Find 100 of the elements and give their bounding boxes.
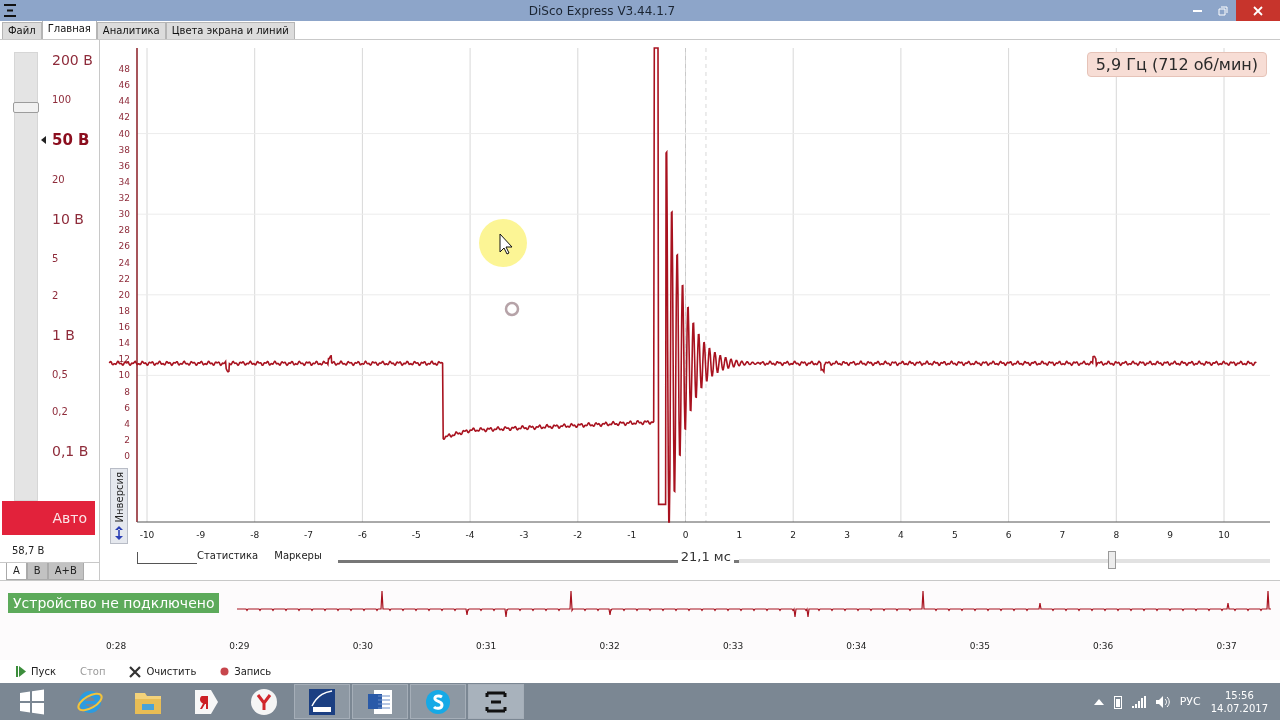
channel-tab[interactable]: A+B [47,563,84,580]
axis-tick-label: 26 [118,241,130,252]
speaker-icon[interactable] [1155,695,1170,708]
axis-tick-label: 36 [118,160,130,171]
time-label: 0:36 [1093,641,1114,651]
time-label: 0:28 [105,641,127,651]
time-label: 0:31 [476,641,497,651]
range-label[interactable]: 100 [52,94,72,107]
signal-icon[interactable] [1131,695,1146,708]
range-label[interactable]: 10 В [52,211,84,229]
axis-tick-label: 2 [124,434,130,445]
windows-logo-icon [19,688,45,715]
tag-icon [193,687,219,716]
axis-tick-label: 22 [118,273,130,284]
axis-tick-label: -2 [573,530,583,540]
caret-up-icon[interactable] [1093,698,1104,705]
app-logo-icon [484,689,508,714]
axis-tick-label: 14 [118,338,130,349]
axis-tick-label: 18 [118,305,130,316]
axis-tick-label: 8 [1113,530,1120,540]
range-label[interactable]: 200 В [52,52,93,70]
axis-tick-label: 4 [124,418,130,429]
range-label[interactable]: 2 [52,290,59,303]
panel-tab[interactable]: Статистика [197,548,259,561]
axis-tick-label: -5 [411,530,421,540]
inversion-button[interactable]: Инверсия [110,468,128,544]
axis-tick-label: 38 [118,144,130,155]
axis-tick-label: 0 [124,451,130,461]
axis-tick-label: 0 [682,530,689,540]
axis-tick-label: 10 [118,370,130,381]
axis-tick-label: 6 [124,402,130,413]
axis-tick-label: 9 [1167,530,1173,540]
toolbar-button[interactable]: Запись [220,666,272,677]
range-label[interactable]: 5 [52,253,59,266]
minimize-icon [1192,9,1202,12]
axis-tick-label: 34 [118,176,130,187]
axis-tick-label: 10 [1218,530,1230,540]
axis-tick-label: 42 [118,112,130,123]
language-indicator[interactable]: РУС [1179,695,1201,708]
timebase-slider[interactable]: 21,1 мс [337,548,1270,568]
axis-tick-label: 6 [1005,530,1012,540]
axis-tick-label: 16 [118,322,130,333]
app-logo-icon [4,4,16,17]
axis-tick-label: 20 [118,289,130,300]
axis-tick-label: 32 [118,193,130,204]
menu-tab[interactable]: Аналитика [96,22,166,39]
auto-range-button[interactable]: Авто [2,501,95,535]
connection-status: Устройство не подключено [8,593,220,613]
voltage-reading: 58,7 В [11,544,46,558]
range-label[interactable]: 1 В [52,327,75,345]
ring-icon [504,301,520,317]
document-icon [366,687,394,716]
pdf-icon [308,687,336,716]
range-label[interactable]: 0,1 В [52,443,89,461]
range-label[interactable]: 0,2 [52,406,68,419]
timebase-reading: 21,1 мс [677,549,734,564]
menu-tab[interactable]: Файл [2,22,42,39]
axis-tick-label: -3 [519,530,529,540]
time-label: 0:34 [846,641,867,651]
axis-tick-label: -9 [196,530,206,540]
browser-circle-icon [250,687,278,716]
taskbar-button[interactable] [468,684,524,719]
record-dot-icon [220,667,230,676]
channel-tab[interactable]: A [6,563,27,580]
chat-s-icon [424,687,452,716]
pointer-icon [41,136,46,145]
axis-tick-label: -10 [139,530,155,540]
axis-tick-label: 44 [118,96,130,107]
axis-tick-label: 28 [118,225,130,236]
taskbar-button[interactable] [352,684,408,719]
range-label[interactable]: 0,5 [52,369,68,382]
range-slider-track[interactable] [14,52,38,501]
time-label: 0:33 [722,641,744,651]
mouse-cursor-icon [478,218,528,268]
frequency-readout: 5,9 Гц (712 об/мин) [1086,52,1267,77]
slider-thumb[interactable] [1107,551,1116,569]
battery-icon[interactable] [1113,694,1122,709]
clock[interactable]: 15:56 14.07.2017 [1210,688,1268,715]
axis-tick-label: -7 [304,530,314,540]
panel-tab[interactable]: Маркеры [274,548,322,561]
toolbar-button[interactable]: Очистить [129,665,197,678]
restore-icon [1218,5,1228,16]
menu-tab[interactable]: Цвета экрана и линий [165,22,295,39]
channel-tab[interactable]: B [26,563,48,580]
range-label[interactable]: 50 В [52,131,90,150]
close-button[interactable] [1236,0,1280,21]
toolbar-button[interactable]: Пуск [16,666,56,677]
axis-tick-label: 4 [898,530,904,540]
close-icon [129,665,142,678]
axis-tick-label: 3 [844,530,850,540]
slider-thumb[interactable] [13,102,39,114]
axis-tick-label: -4 [465,530,475,540]
tab-bracket [137,552,197,564]
axis-tick-label: 8 [124,386,130,397]
axis-tick-label: 12 [118,354,130,365]
axis-tick-label: 1 [736,530,743,540]
taskbar-button[interactable] [294,684,350,719]
axis-tick-label: 48 [118,64,130,75]
range-label[interactable]: 20 [52,174,65,187]
axis-tick-label: 2 [790,530,797,540]
